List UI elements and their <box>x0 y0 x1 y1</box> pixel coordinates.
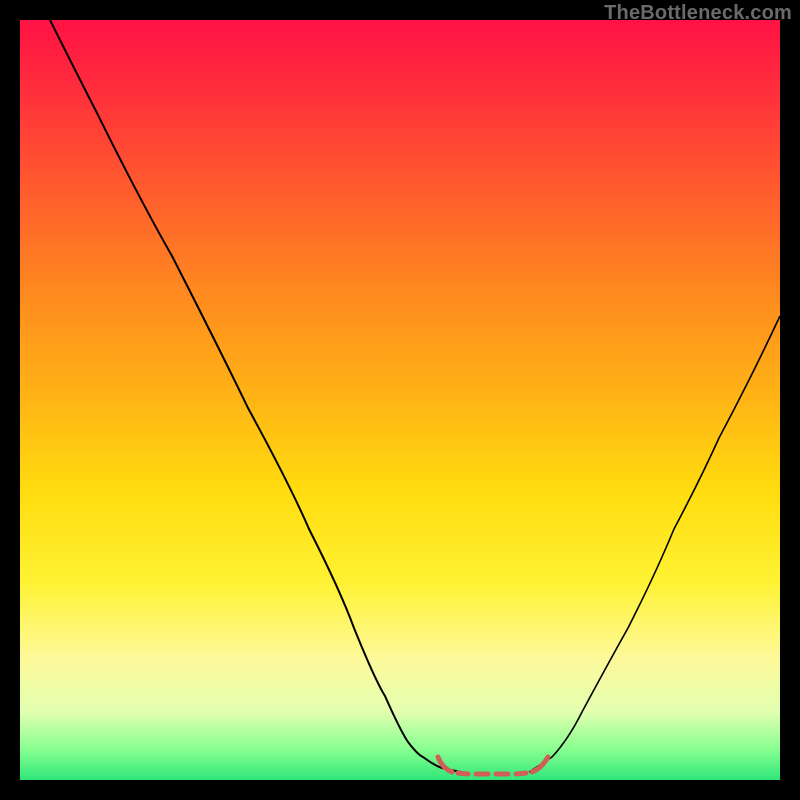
chart-curves-layer <box>20 20 780 780</box>
chart-frame: TheBottleneck.com <box>0 0 800 800</box>
right-valley-curve <box>529 316 780 772</box>
watermark-text: TheBottleneck.com <box>604 2 792 25</box>
left-valley-curve <box>50 20 461 772</box>
